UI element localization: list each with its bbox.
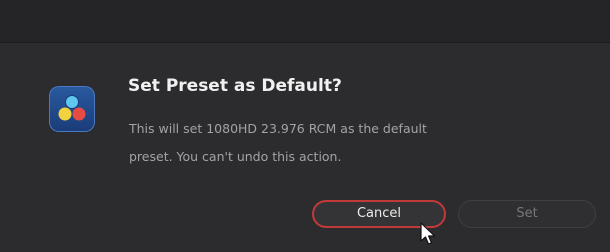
set-button[interactable]: Set [458, 200, 596, 228]
title-bar [0, 0, 610, 43]
davinci-resolve-app-icon [49, 86, 95, 132]
mouse-pointer-icon [420, 222, 438, 252]
dialog-title: Set Preset as Default? [128, 76, 342, 96]
dialog-message: This will set 1080HD 23.976 RCM as the d… [129, 121, 427, 164]
